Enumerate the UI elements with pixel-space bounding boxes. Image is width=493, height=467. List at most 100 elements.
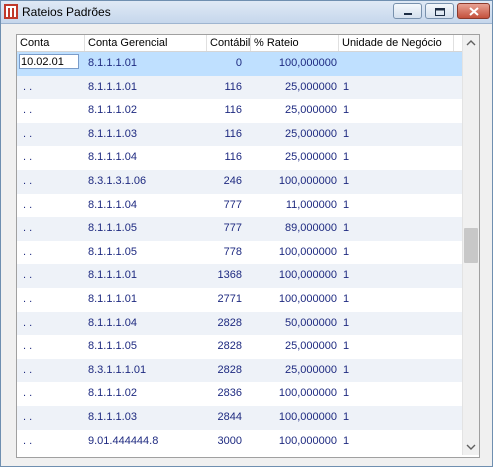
table-row[interactable]: . . 8.3.1.1.1.01 2828 25,000000 1 bbox=[17, 358, 462, 383]
cell-rateio[interactable]: 100,000000 bbox=[251, 264, 337, 288]
table-row[interactable]: . . 8.3.1.3.1.06 246 100,000000 1 bbox=[17, 169, 462, 194]
cell-conta-gerencial[interactable]: 8.1.1.1.01 bbox=[86, 264, 206, 288]
cell-rateio[interactable]: 25,000000 bbox=[251, 359, 337, 383]
cell-conta-gerencial[interactable]: 8.1.1.1.01 bbox=[86, 76, 206, 100]
cell-unidade-negocio[interactable]: 1 bbox=[341, 194, 451, 218]
cell-unidade-negocio[interactable]: 1 bbox=[341, 382, 451, 406]
rateios-grid[interactable]: Conta Conta Gerencial Contábil % Rateio … bbox=[16, 34, 480, 458]
cell-contabil[interactable]: 116 bbox=[207, 146, 242, 170]
cell-unidade-negocio[interactable]: 1 bbox=[341, 430, 451, 454]
cell-conta[interactable]: . . bbox=[17, 123, 85, 147]
cell-conta-gerencial[interactable]: 8.1.1.1.05 bbox=[86, 217, 206, 241]
cell-unidade-negocio[interactable]: 1 bbox=[341, 217, 451, 241]
scroll-down-icon[interactable] bbox=[463, 439, 479, 455]
cell-conta[interactable]: . . bbox=[17, 382, 85, 406]
cell-unidade-negocio[interactable]: 1 bbox=[341, 123, 451, 147]
minimize-button[interactable] bbox=[393, 3, 422, 19]
cell-conta[interactable]: . . bbox=[17, 288, 85, 312]
cell-contabil[interactable]: 777 bbox=[207, 217, 242, 241]
cell-rateio[interactable]: 25,000000 bbox=[251, 146, 337, 170]
cell-conta[interactable]: . . bbox=[17, 76, 85, 100]
cell-conta[interactable]: . . bbox=[17, 170, 85, 194]
cell-conta-gerencial[interactable]: 8.1.1.1.02 bbox=[86, 382, 206, 406]
cell-rateio[interactable]: 100,000000 bbox=[251, 241, 337, 265]
cell-unidade-negocio[interactable]: 1 bbox=[341, 170, 451, 194]
cell-conta[interactable]: . . bbox=[17, 430, 85, 454]
cell-contabil[interactable]: 777 bbox=[207, 194, 242, 218]
table-row[interactable]: . . 8.1.1.1.04 777 11,000000 1 bbox=[17, 194, 462, 218]
cell-conta-gerencial[interactable]: 8.3.1.3.1.06 bbox=[86, 170, 206, 194]
cell-rateio[interactable]: 25,000000 bbox=[251, 99, 337, 123]
table-row[interactable]: . . 8.1.1.1.01 116 25,000000 1 bbox=[17, 75, 462, 100]
cell-conta[interactable]: . . bbox=[17, 241, 85, 265]
cell-conta-gerencial[interactable]: 8.1.1.1.04 bbox=[86, 194, 206, 218]
cell-contabil[interactable]: 2828 bbox=[207, 359, 242, 383]
cell-contabil[interactable]: 2828 bbox=[207, 335, 242, 359]
cell-rateio[interactable]: 100,000000 bbox=[251, 52, 337, 76]
cell-unidade-negocio[interactable]: 1 bbox=[341, 146, 451, 170]
cell-contabil[interactable]: 116 bbox=[207, 99, 242, 123]
header-rateio[interactable]: % Rateio bbox=[251, 35, 339, 51]
vertical-scrollbar[interactable] bbox=[462, 35, 479, 455]
table-row[interactable]: . . 8.1.1.1.05 778 100,000000 1 bbox=[17, 241, 462, 265]
cell-conta-gerencial[interactable]: 8.1.1.1.01 bbox=[86, 52, 206, 76]
cell-contabil[interactable]: 3000 bbox=[207, 430, 242, 454]
cell-contabil[interactable]: 2828 bbox=[207, 312, 242, 336]
table-row[interactable]: . . 8.1.1.1.02 116 25,000000 1 bbox=[17, 99, 462, 123]
cell-rateio[interactable]: 100,000000 bbox=[251, 382, 337, 406]
table-row[interactable]: . . 8.1.1.1.05 777 89,000000 1 bbox=[17, 217, 462, 241]
cell-contabil[interactable]: 778 bbox=[207, 241, 242, 265]
table-row[interactable]: 8.1.1.1.01 0 100,000000 10.02.01 bbox=[17, 52, 462, 76]
cell-unidade-negocio[interactable]: 1 bbox=[341, 241, 451, 265]
cell-conta[interactable]: . . bbox=[17, 194, 85, 218]
cell-rateio[interactable]: 100,000000 bbox=[251, 288, 337, 312]
cell-conta[interactable]: . . bbox=[17, 264, 85, 288]
table-row[interactable]: . . 8.1.1.1.03 116 25,000000 1 bbox=[17, 122, 462, 147]
scroll-thumb[interactable] bbox=[464, 228, 478, 263]
cell-unidade-negocio[interactable]: 1 bbox=[341, 76, 451, 100]
table-row[interactable]: . . 8.1.1.1.03 2844 100,000000 1 bbox=[17, 405, 462, 430]
cell-contabil[interactable]: 246 bbox=[207, 170, 242, 194]
table-row[interactable]: . . 8.1.1.1.05 2828 25,000000 1 bbox=[17, 335, 462, 359]
cell-contabil[interactable]: 116 bbox=[207, 76, 242, 100]
table-row[interactable]: . . 9.01.444444.8 3000 100,000000 1 bbox=[17, 430, 462, 454]
cell-contabil[interactable]: 2836 bbox=[207, 382, 242, 406]
cell-conta-gerencial[interactable]: 8.1.1.1.05 bbox=[86, 335, 206, 359]
cell-conta[interactable]: . . bbox=[17, 146, 85, 170]
cell-contabil[interactable]: 116 bbox=[207, 123, 242, 147]
cell-conta-gerencial[interactable]: 8.1.1.1.03 bbox=[86, 406, 206, 430]
cell-conta-gerencial[interactable]: 8.1.1.1.02 bbox=[86, 99, 206, 123]
header-conta-gerencial[interactable]: Conta Gerencial bbox=[85, 35, 207, 51]
title-bar[interactable]: Rateios Padrões bbox=[1, 1, 492, 24]
cell-unidade-negocio[interactable] bbox=[341, 52, 451, 76]
table-row[interactable]: . . 8.1.1.1.04 116 25,000000 1 bbox=[17, 146, 462, 170]
cell-unidade-negocio[interactable]: 1 bbox=[341, 288, 451, 312]
cell-conta-gerencial[interactable]: 8.1.1.1.01 bbox=[86, 288, 206, 312]
cell-unidade-negocio[interactable]: 1 bbox=[341, 99, 451, 123]
cell-conta[interactable]: . . bbox=[17, 406, 85, 430]
table-row[interactable]: . . 8.1.1.1.01 1368 100,000000 1 bbox=[17, 264, 462, 288]
cell-unidade-negocio[interactable]: 1 bbox=[341, 335, 451, 359]
cell-conta-gerencial[interactable]: 8.1.1.1.04 bbox=[86, 146, 206, 170]
cell-conta[interactable]: . . bbox=[17, 312, 85, 336]
cell-conta[interactable]: . . bbox=[17, 359, 85, 383]
cell-conta[interactable]: . . bbox=[17, 217, 85, 241]
cell-rateio[interactable]: 100,000000 bbox=[251, 406, 337, 430]
table-row[interactable]: . . 8.1.1.1.04 2828 50,000000 1 bbox=[17, 311, 462, 336]
cell-rateio[interactable]: 25,000000 bbox=[251, 335, 337, 359]
header-contabil[interactable]: Contábil bbox=[207, 35, 251, 51]
cell-unidade-negocio[interactable]: 1 bbox=[341, 264, 451, 288]
conta-edit-field[interactable]: 10.02.01 bbox=[19, 54, 79, 69]
table-row[interactable]: . . 8.1.1.1.02 2836 100,000000 1 bbox=[17, 382, 462, 406]
cell-conta-gerencial[interactable]: 8.3.1.1.1.01 bbox=[86, 359, 206, 383]
scroll-up-icon[interactable] bbox=[463, 35, 479, 51]
header-unidade-negocio[interactable]: Unidade de Negócio bbox=[339, 35, 454, 51]
cell-contabil[interactable]: 2844 bbox=[207, 406, 242, 430]
cell-conta-gerencial[interactable]: 8.1.1.1.03 bbox=[86, 123, 206, 147]
cell-conta[interactable]: . . bbox=[17, 335, 85, 359]
cell-rateio[interactable]: 50,000000 bbox=[251, 312, 337, 336]
cell-contabil[interactable]: 1368 bbox=[207, 264, 242, 288]
cell-conta-gerencial[interactable]: 9.01.444444.8 bbox=[86, 430, 206, 454]
cell-rateio[interactable]: 25,000000 bbox=[251, 123, 337, 147]
cell-rateio[interactable]: 100,000000 bbox=[251, 430, 337, 454]
